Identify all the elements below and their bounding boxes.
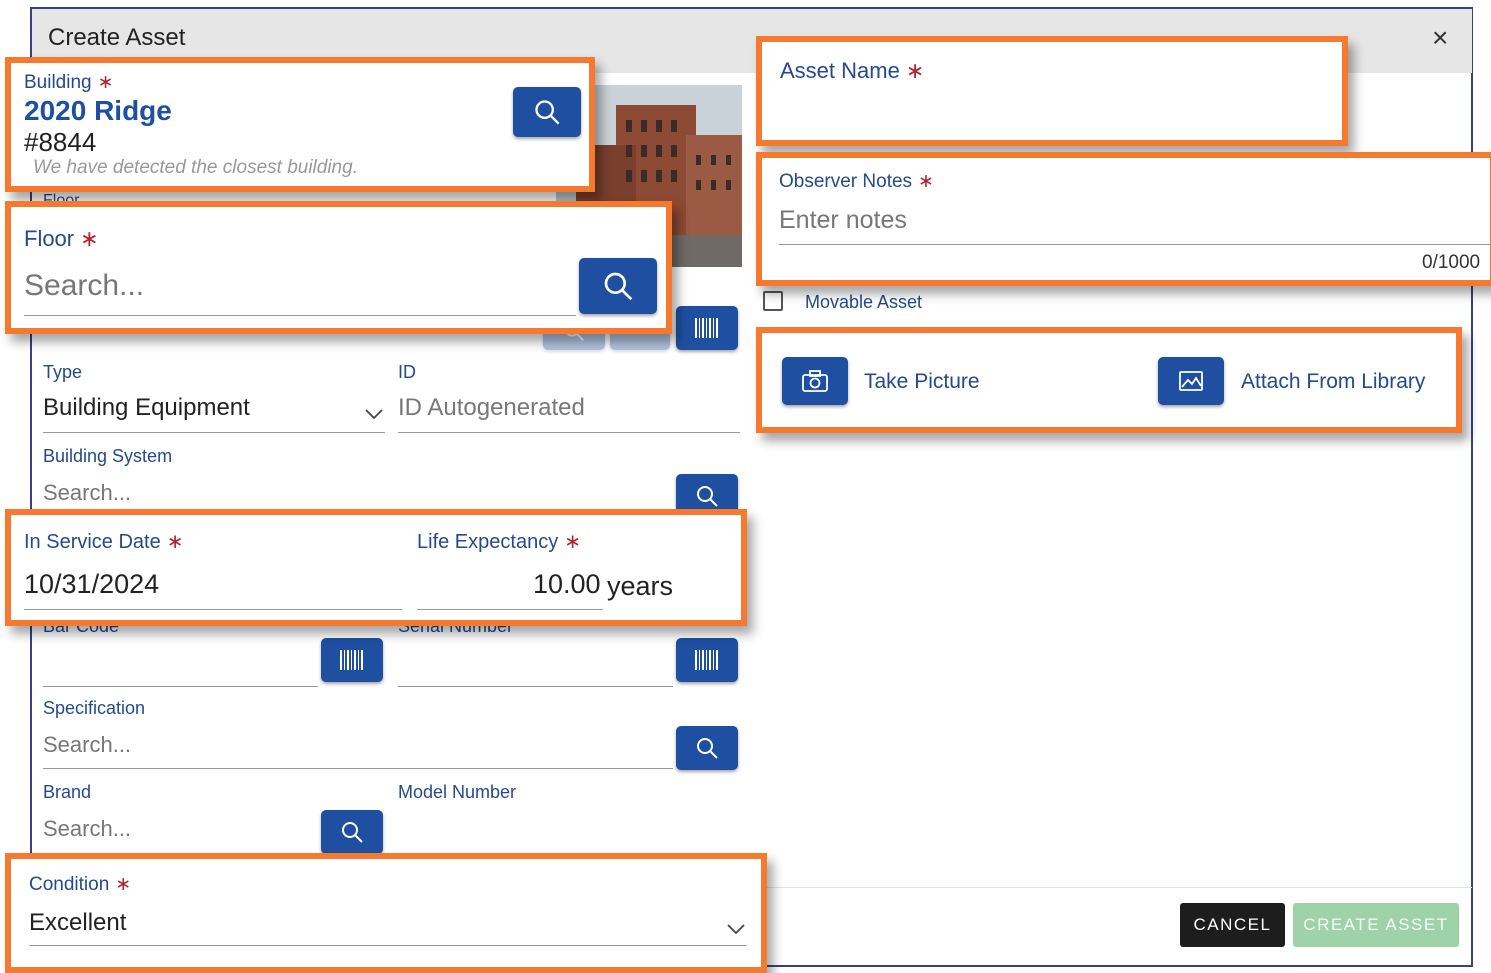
barcode-icon: [340, 650, 363, 670]
condition-label: Condition ∗: [29, 874, 132, 895]
chevron-down-icon: [365, 409, 383, 420]
search-icon: [342, 822, 363, 843]
image-gallery-icon: [1179, 371, 1203, 391]
type-select[interactable]: Building Equipment: [43, 390, 385, 433]
cancel-button[interactable]: CANCEL: [1180, 903, 1285, 947]
search-icon: [697, 486, 718, 507]
condition-select[interactable]: Excellent: [29, 905, 747, 946]
life-expectancy-input[interactable]: 10.00: [417, 565, 603, 610]
bar-code-input[interactable]: [43, 648, 318, 687]
building-search-button[interactable]: [513, 87, 581, 137]
movable-asset-checkbox[interactable]: [763, 291, 783, 311]
dialog-title: Create Asset: [48, 24, 186, 51]
brand-search-button[interactable]: [321, 810, 383, 854]
asset-name-label: Asset Name ∗: [780, 58, 925, 83]
condition-value: Excellent: [29, 909, 127, 936]
barcode-icon: [695, 650, 718, 670]
camera-icon: [802, 370, 828, 392]
model-number-label: Model Number: [398, 782, 517, 802]
id-value: ID Autogenerated: [398, 394, 585, 421]
take-picture-label[interactable]: Take Picture: [864, 370, 980, 394]
media-callout: Take Picture Attach From Library: [756, 327, 1462, 433]
in-service-date-label: In Service Date ∗: [24, 531, 184, 553]
building-label: Building ∗: [24, 72, 114, 93]
attach-library-label[interactable]: Attach From Library: [1241, 370, 1425, 394]
building-system-placeholder: Search...: [43, 480, 132, 505]
observer-notes-label: Observer Notes ∗: [779, 171, 934, 192]
attach-library-button[interactable]: [1158, 357, 1224, 405]
building-system-input[interactable]: Search...: [43, 476, 673, 513]
floor-search-button[interactable]: [579, 258, 657, 314]
barcode-icon: [695, 318, 718, 338]
asset-name-callout: Asset Name ∗: [756, 36, 1348, 146]
observer-notes-input[interactable]: Enter notes: [779, 200, 1491, 245]
floor-callout: Floor ∗ Search...: [5, 201, 672, 334]
bar-code-scan-button[interactable]: [321, 638, 383, 682]
brand-label: Brand: [43, 782, 92, 802]
life-expectancy-value: 10.00: [533, 569, 601, 599]
space-barcode-button[interactable]: [676, 306, 738, 350]
brand-input[interactable]: Search...: [43, 814, 318, 852]
specification-search-button[interactable]: [676, 726, 738, 770]
floor-input[interactable]: Search...: [24, 263, 576, 316]
building-hint: We have detected the closest building.: [33, 157, 358, 178]
serial-number-input[interactable]: [398, 648, 673, 687]
observer-notes-callout: Observer Notes ∗ Enter notes 0/1000: [756, 152, 1491, 286]
in-service-date-input[interactable]: 10/31/2024: [24, 565, 402, 610]
building-system-label: Building System: [43, 446, 173, 466]
brand-placeholder: Search...: [43, 816, 132, 841]
search-icon: [697, 738, 718, 759]
type-value: Building Equipment: [43, 394, 250, 421]
movable-asset-label: Movable Asset: [805, 292, 923, 312]
notes-character-counter: 0/1000: [1422, 252, 1481, 273]
close-icon[interactable]: ×: [1432, 24, 1448, 52]
life-expectancy-unit: years: [607, 571, 674, 601]
specification-placeholder: Search...: [43, 732, 132, 757]
service-life-callout: In Service Date ∗ 10/31/2024 Life Expecta…: [5, 509, 747, 626]
observer-notes-placeholder: Enter notes: [779, 206, 907, 234]
create-asset-button[interactable]: CREATE ASSET: [1293, 903, 1459, 947]
search-icon: [604, 272, 633, 301]
footer-divider: [760, 887, 1472, 888]
building-name: 2020 Ridge: [24, 95, 172, 126]
floor-placeholder: Search...: [24, 269, 145, 302]
floor-label: Floor ∗: [24, 226, 99, 251]
id-field: ID Autogenerated: [398, 390, 740, 433]
condition-callout: Condition ∗ Excellent: [5, 853, 767, 973]
type-label: Type: [43, 362, 83, 382]
specification-label: Specification: [43, 698, 146, 718]
id-label: ID: [398, 362, 416, 382]
take-picture-button[interactable]: [782, 357, 848, 405]
chevron-down-icon: [727, 924, 745, 935]
building-number: #8844: [24, 127, 97, 157]
search-icon: [535, 100, 560, 125]
building-callout: Building ∗ 2020 Ridge #8844 We have detec…: [5, 57, 595, 192]
life-expectancy-label: Life Expectancy ∗: [417, 531, 581, 553]
specification-input[interactable]: Search...: [43, 730, 673, 769]
asset-name-input[interactable]: [780, 88, 1320, 132]
serial-number-scan-button[interactable]: [676, 638, 738, 682]
in-service-date-value: 10/31/2024: [24, 569, 160, 599]
